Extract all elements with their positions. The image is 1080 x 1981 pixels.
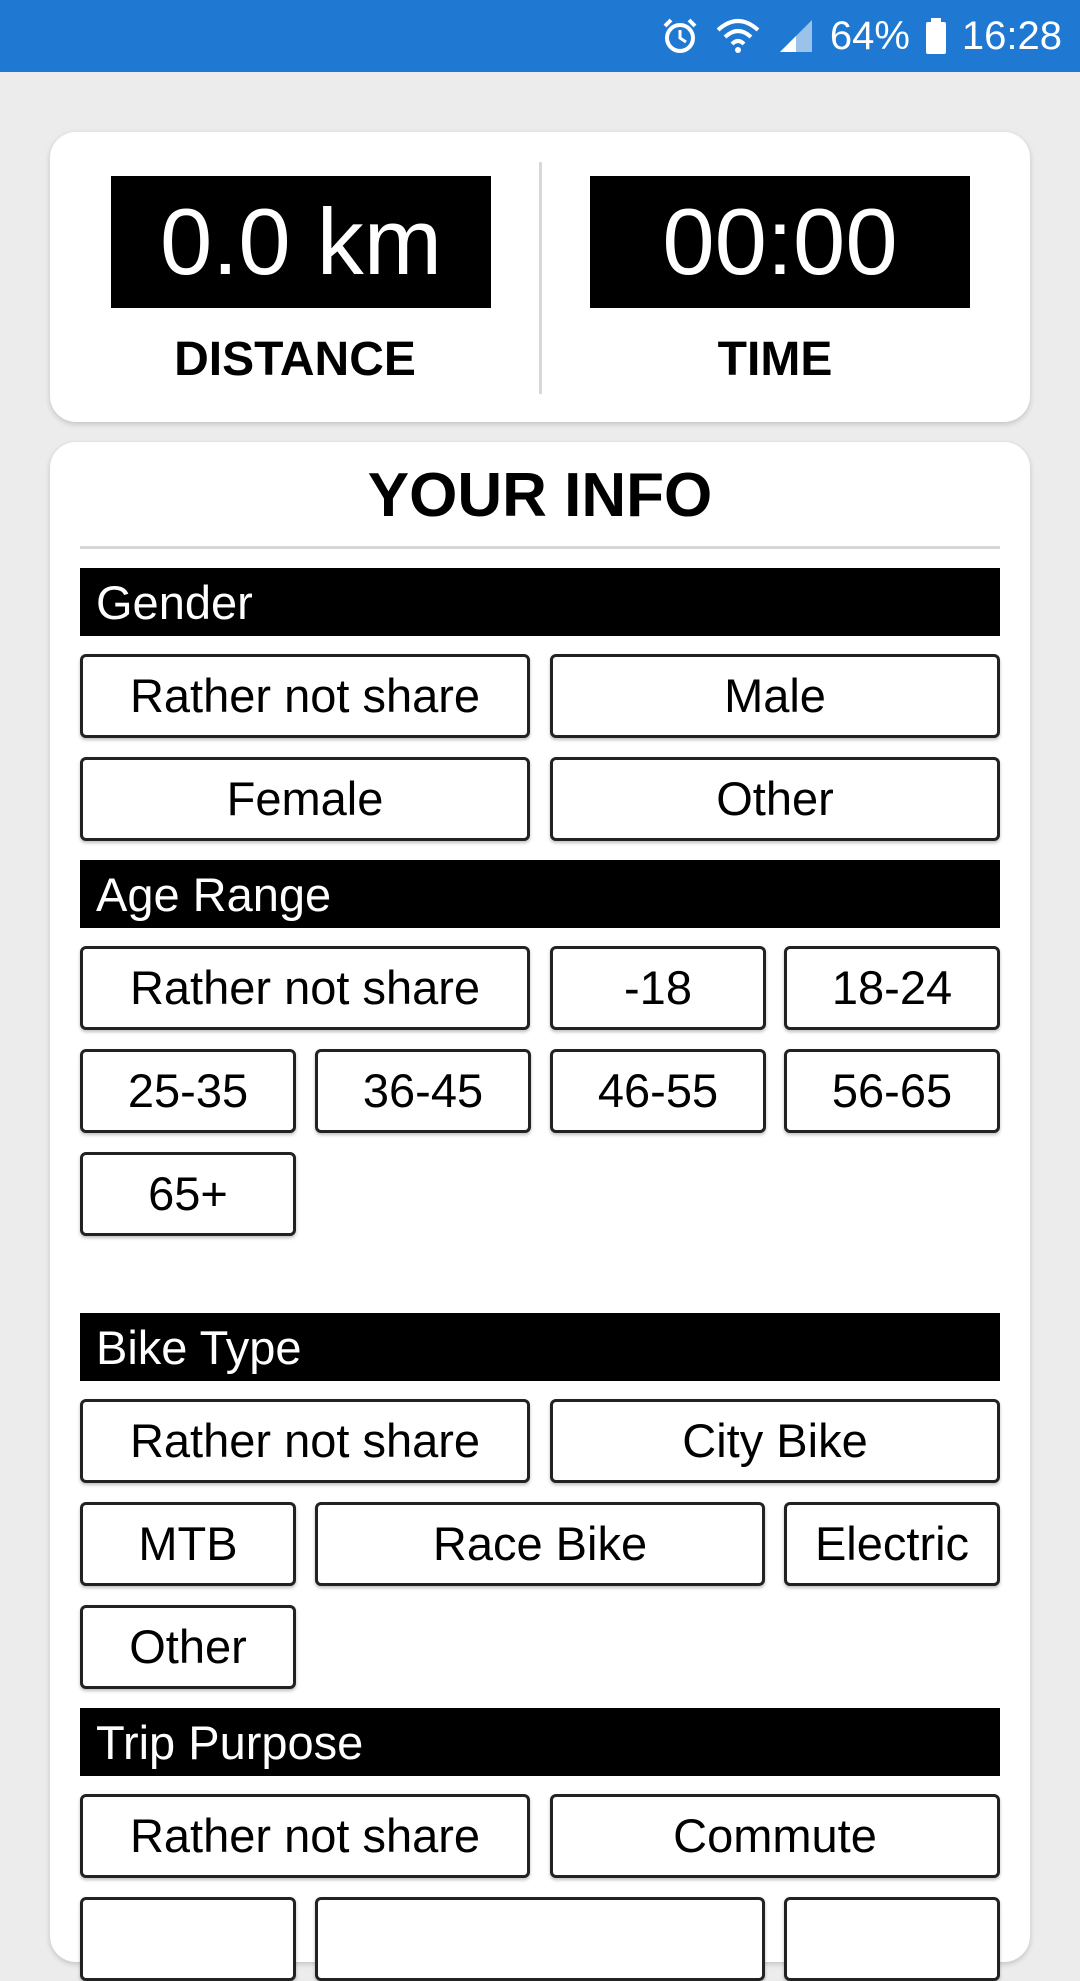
alarm-icon (660, 16, 700, 56)
gender-option-other[interactable]: Other (550, 757, 1000, 841)
trip-option-rather-not-share[interactable]: Rather not share (80, 1794, 530, 1878)
time-value: 00:00 (590, 176, 970, 308)
age-option-25-35[interactable]: 25-35 (80, 1049, 296, 1133)
age-option-56-65[interactable]: 56-65 (784, 1049, 1000, 1133)
bike-option-other[interactable]: Other (80, 1605, 296, 1689)
stats-card: 0.0 km DISTANCE 00:00 TIME (50, 132, 1030, 422)
section-header-bike-type: Bike Type (80, 1313, 1000, 1381)
bike-option-city-bike[interactable]: City Bike (550, 1399, 1000, 1483)
age-option-under-18[interactable]: -18 (550, 946, 766, 1030)
gender-option-rather-not-share[interactable]: Rather not share (80, 654, 530, 738)
bike-option-electric[interactable]: Electric (784, 1502, 1000, 1586)
age-option-65-plus[interactable]: 65+ (80, 1152, 296, 1236)
section-header-age-range: Age Range (80, 860, 1000, 928)
clock: 16:28 (961, 13, 1062, 58)
gender-option-female[interactable]: Female (80, 757, 530, 841)
gender-option-male[interactable]: Male (550, 654, 1000, 738)
age-option-46-55[interactable]: 46-55 (550, 1049, 766, 1133)
bike-option-race-bike[interactable]: Race Bike (315, 1502, 765, 1586)
trip-option-commute[interactable]: Commute (550, 1794, 1000, 1878)
info-divider (80, 546, 1000, 549)
trip-option-partial[interactable] (80, 1897, 296, 1981)
info-title: YOUR INFO (367, 461, 713, 530)
section-header-gender: Gender (80, 568, 1000, 636)
age-option-rather-not-share[interactable]: Rather not share (80, 946, 530, 1030)
bike-option-rather-not-share[interactable]: Rather not share (80, 1399, 530, 1483)
time-panel: 00:00 TIME (540, 132, 1030, 422)
wifi-icon (714, 16, 762, 56)
section-header-trip-purpose: Trip Purpose (80, 1708, 1000, 1776)
battery-icon (924, 16, 948, 56)
battery-percent: 64% (829, 13, 910, 58)
distance-value: 0.0 km (111, 176, 491, 308)
trip-option-partial[interactable] (784, 1897, 1000, 1981)
distance-panel: 0.0 km DISTANCE (50, 132, 540, 422)
bike-option-mtb[interactable]: MTB (80, 1502, 296, 1586)
status-bar: 64% 16:28 (0, 0, 1080, 72)
trip-option-partial[interactable] (315, 1897, 765, 1981)
age-option-36-45[interactable]: 36-45 (315, 1049, 531, 1133)
time-label: TIME (717, 333, 833, 386)
age-option-18-24[interactable]: 18-24 (784, 946, 1000, 1030)
distance-label: DISTANCE (174, 333, 416, 386)
info-card: YOUR INFO Gender Rather not share Male F… (50, 442, 1030, 1981)
signal-icon (776, 16, 816, 56)
